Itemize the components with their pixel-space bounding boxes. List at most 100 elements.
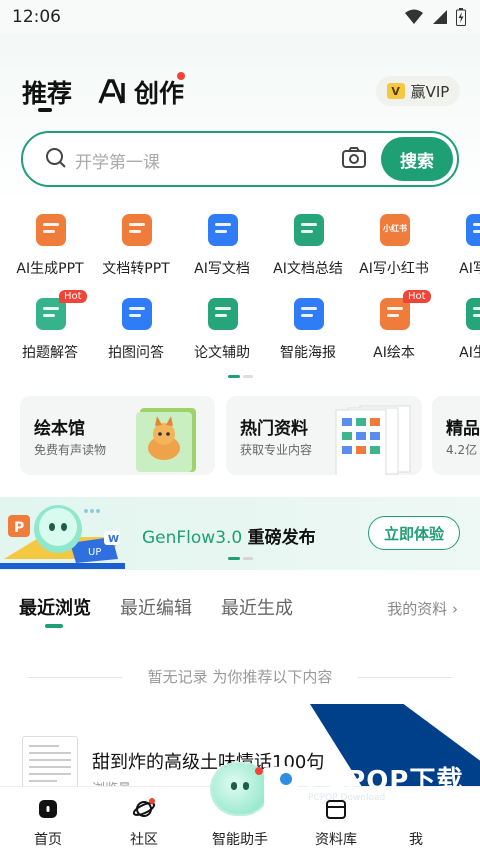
graduation-cap-icon	[207, 297, 239, 331]
tab-recent-edit[interactable]: 最近编辑	[120, 594, 192, 620]
nav-label: 智能助手	[212, 832, 268, 848]
tab-ai-create[interactable]: 创作	[98, 74, 184, 110]
hot-badge: Hot	[59, 290, 87, 303]
watermark-text: PCPOP下载	[306, 766, 464, 796]
ai-logo-icon	[98, 79, 125, 104]
hot-badge: Hot	[403, 290, 431, 303]
tool-label: AI生图	[459, 345, 480, 361]
page-dot	[243, 375, 253, 378]
planet-icon	[132, 798, 156, 817]
banner-card-letter: P	[14, 520, 24, 536]
page-dot-active	[228, 557, 240, 560]
recent-tabs: 最近浏览 最近编辑 最近生成 我的资料 ›	[0, 590, 480, 630]
tool-camera-qa[interactable]: 拍图问答	[93, 294, 179, 366]
search-input[interactable]: 开学第一课	[75, 148, 160, 173]
picture-book-illustration-icon	[136, 408, 196, 472]
vip-label: 赢VIP	[410, 82, 450, 101]
nav-label: 社区	[130, 832, 158, 848]
my-docs-link[interactable]: 我的资料 ›	[387, 598, 458, 619]
tool-ppt-convert[interactable]: 文档转PPT	[93, 210, 179, 282]
wifi-icon	[405, 9, 423, 24]
vip-badge-icon: V	[386, 83, 405, 99]
card-subtitle: 获取专业内容	[240, 443, 313, 457]
tab-create-label: 创作	[134, 79, 185, 108]
page-dot	[243, 557, 253, 560]
camera-search-icon[interactable]	[341, 146, 367, 170]
card-subtitle: 免费有声读物	[34, 443, 107, 457]
camera-qa-icon	[121, 297, 153, 331]
notification-dot	[177, 72, 185, 80]
my-docs-label: 我的资料	[387, 600, 448, 618]
tool-xiaohongshu[interactable]: 小红书 AI写小红书	[351, 210, 437, 282]
card-title: 精品	[446, 419, 480, 439]
search-button[interactable]: 搜索	[381, 137, 453, 181]
vip-button[interactable]: V 赢VIP	[376, 76, 460, 106]
writing-icon	[465, 213, 480, 247]
battery-icon	[456, 8, 466, 26]
nav-label: 首页	[34, 832, 62, 848]
tool-writing[interactable]: AI写作	[437, 210, 480, 282]
genflow-mascot-icon: P UP W	[0, 505, 125, 569]
watermark-logo-icon	[264, 766, 300, 814]
tool-doc-summary[interactable]: AI文档总结	[265, 210, 351, 282]
tool-label: AI写小红书	[359, 261, 429, 277]
card-title: 绘本馆	[34, 419, 85, 439]
watermark-subtext: PCPOP Download	[308, 793, 386, 803]
tab-recent-browse[interactable]: 最近浏览	[19, 594, 91, 620]
banner-card-up: UP	[88, 547, 101, 558]
tool-label: 论文辅助	[194, 345, 250, 361]
empty-state: 暂无记录 为你推荐以下内容	[0, 666, 480, 690]
tool-doc-write[interactable]: AI写文档	[179, 210, 265, 282]
doc-write-icon	[207, 213, 239, 247]
tool-label: 拍图问答	[108, 345, 164, 361]
documents-preview-icon	[335, 405, 411, 475]
tab-recommend[interactable]: 推荐	[22, 74, 72, 110]
home-icon	[39, 800, 57, 818]
tool-label: AI写作	[459, 261, 480, 277]
divider	[358, 677, 452, 678]
card-title: 热门资料	[240, 419, 308, 439]
tools-grid: AI生成PPT 文档转PPT AI写文档 AI文档总结 小红书 AI写小红书 AI写作 Hot…	[0, 208, 480, 368]
xiaohongshu-icon: 小红书	[379, 213, 411, 247]
signal-icon	[433, 10, 447, 24]
tool-label: AI绘本	[373, 345, 415, 361]
tab-active-indicator	[45, 624, 63, 628]
tool-ppt[interactable]: AI生成PPT	[7, 210, 93, 282]
tool-label: AI文档总结	[273, 261, 343, 277]
nav-community[interactable]: 社区	[96, 787, 192, 853]
tool-graduation-cap[interactable]: 论文辅助	[179, 294, 265, 366]
card-subtitle: 4.2亿	[446, 443, 478, 457]
nav-label: 我	[409, 832, 423, 848]
tool-label: AI写文档	[194, 261, 250, 277]
tool-label: AI生成PPT	[16, 261, 84, 277]
tool-poster[interactable]: 智能海报	[265, 294, 351, 366]
icon-text: 小红书	[383, 224, 407, 233]
tool-image-gen[interactable]: AI生图	[437, 294, 480, 366]
banner-page-indicator	[228, 557, 253, 560]
banner-text: GenFlow3.0 重磅发布	[142, 523, 316, 548]
banner-headline: 重磅发布	[247, 528, 316, 548]
ppt-convert-icon	[121, 213, 153, 247]
search-icon	[46, 148, 66, 168]
tab-recent-generate[interactable]: 最近生成	[221, 594, 293, 620]
status-time: 12:06	[12, 7, 61, 27]
try-now-button[interactable]: 立即体验	[368, 516, 460, 550]
status-bar: 12:06	[0, 0, 480, 34]
image-gen-icon	[465, 297, 480, 331]
banner-card-w: W	[108, 534, 119, 545]
tool-photo-question[interactable]: Hot 拍题解答	[7, 290, 93, 366]
tool-picture-book[interactable]: Hot AI绘本	[351, 290, 437, 366]
page-indicator	[228, 375, 253, 378]
ppt-icon	[35, 213, 67, 247]
tool-label: 智能海报	[280, 345, 336, 361]
search-bar[interactable]: 开学第一课 搜索	[21, 131, 459, 187]
top-header: 推荐 创作 V 赢VIP	[0, 70, 480, 114]
banner-product: GenFlow3.0	[142, 528, 243, 548]
tool-label: 拍题解答	[22, 345, 78, 361]
card-picture-library[interactable]: 绘本馆 免费有声读物	[20, 396, 215, 475]
chevron-right-icon: ›	[452, 600, 458, 618]
card-premium[interactable]: 精品 4.2亿	[432, 396, 480, 475]
card-hot-materials[interactable]: 热门资料 获取专业内容	[226, 396, 422, 475]
nav-home[interactable]: 首页	[0, 787, 96, 853]
tool-label: 文档转PPT	[102, 261, 170, 277]
